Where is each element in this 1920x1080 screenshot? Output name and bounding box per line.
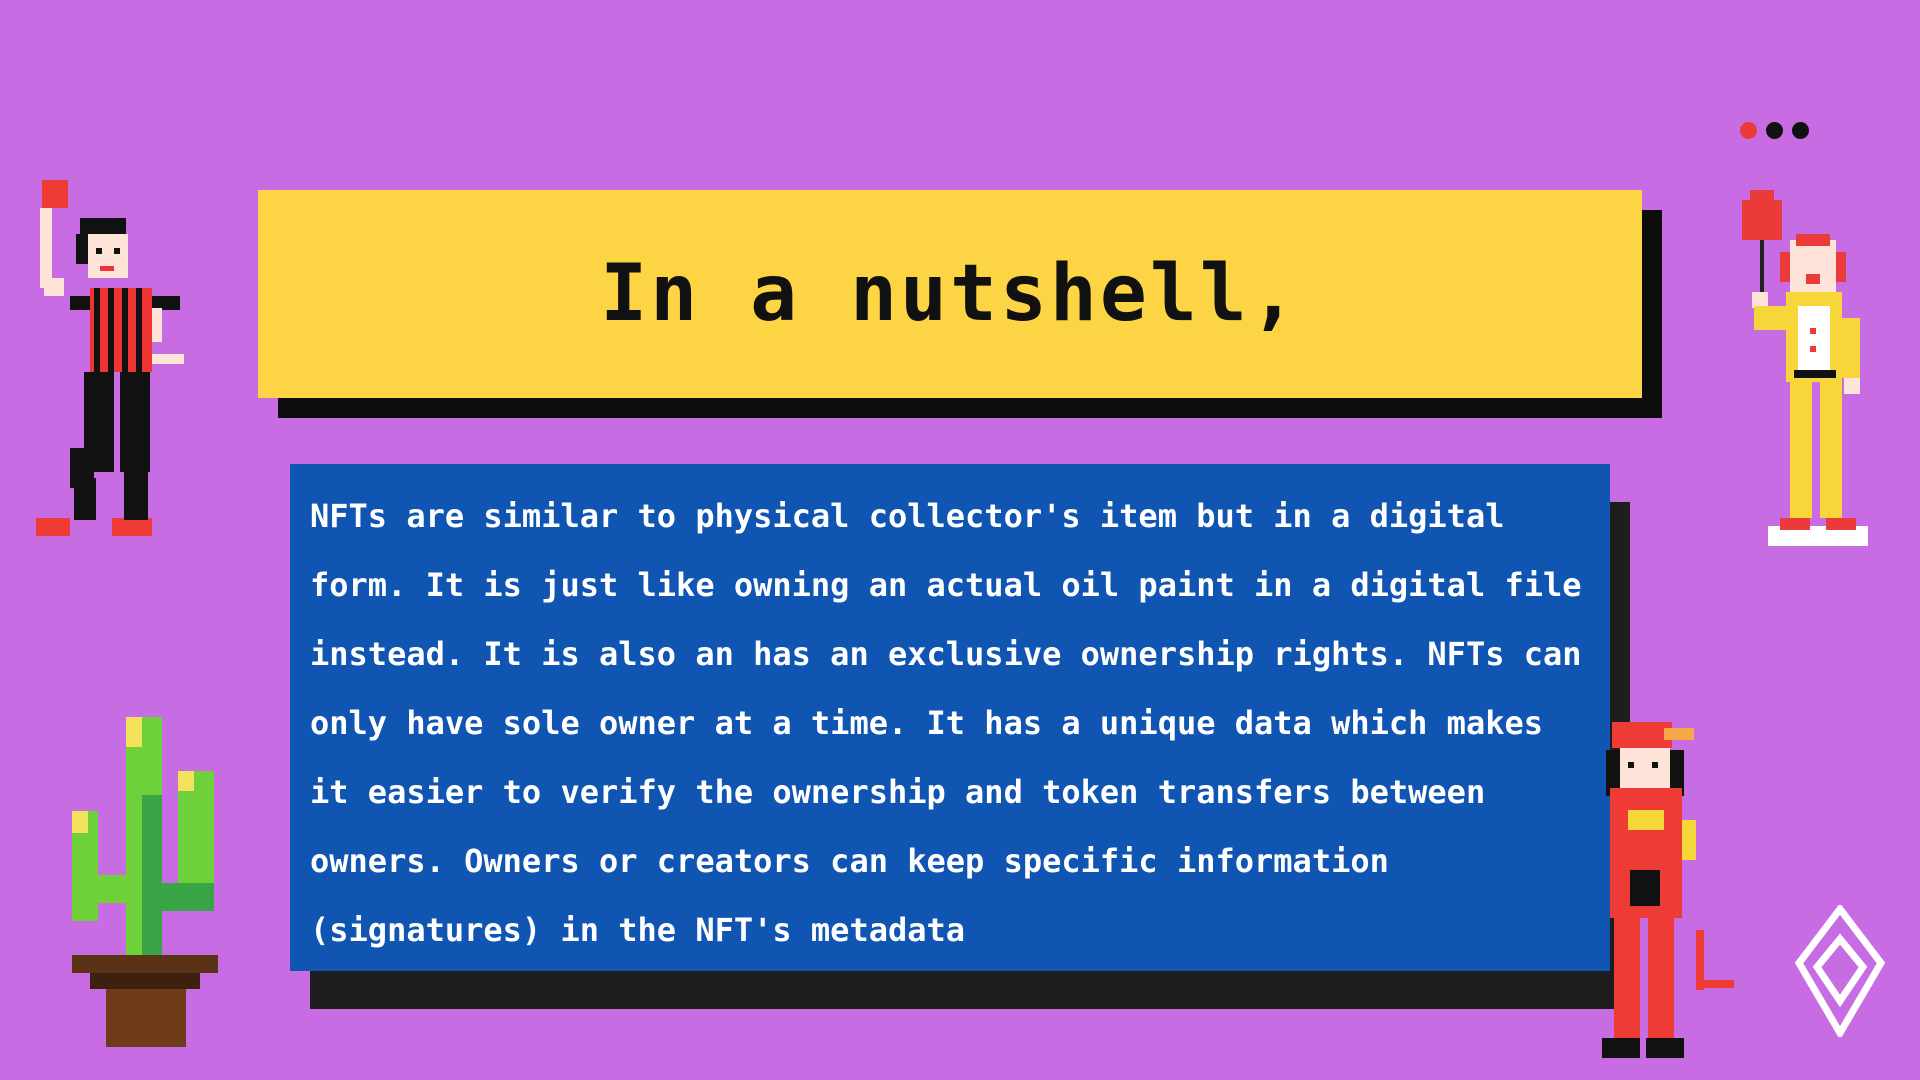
dot-red-icon — [1740, 122, 1757, 139]
dot-dark-icon — [1766, 122, 1783, 139]
window-dots — [1740, 122, 1809, 139]
dot-dark-icon — [1792, 122, 1809, 139]
red-devil-character — [1602, 722, 1734, 1058]
referee-character — [36, 180, 184, 536]
title-box: In a nutshell, — [258, 190, 1642, 398]
clown-with-balloon-character — [1742, 190, 1868, 546]
body-line: NFTs are similar to physical collector's… — [310, 497, 1505, 535]
body-line: instead. It is also an has an exclusive … — [310, 635, 1582, 673]
body-line: form. It is just like owning an actual o… — [310, 566, 1582, 604]
body-line: it easier to verify the ownership and to… — [310, 773, 1486, 811]
body-line: only have sole owner at a time. It has a… — [310, 704, 1543, 742]
cactus-plant — [72, 717, 218, 1047]
slide-title: In a nutshell, — [600, 249, 1300, 339]
body-line: (signatures) in the NFT's metadata — [310, 911, 966, 949]
body-line: owners. Owners or creators can keep spec… — [310, 842, 1389, 880]
body-box: NFTs are similar to physical collector's… — [290, 464, 1610, 971]
diamond-logo-icon — [1795, 905, 1885, 1037]
